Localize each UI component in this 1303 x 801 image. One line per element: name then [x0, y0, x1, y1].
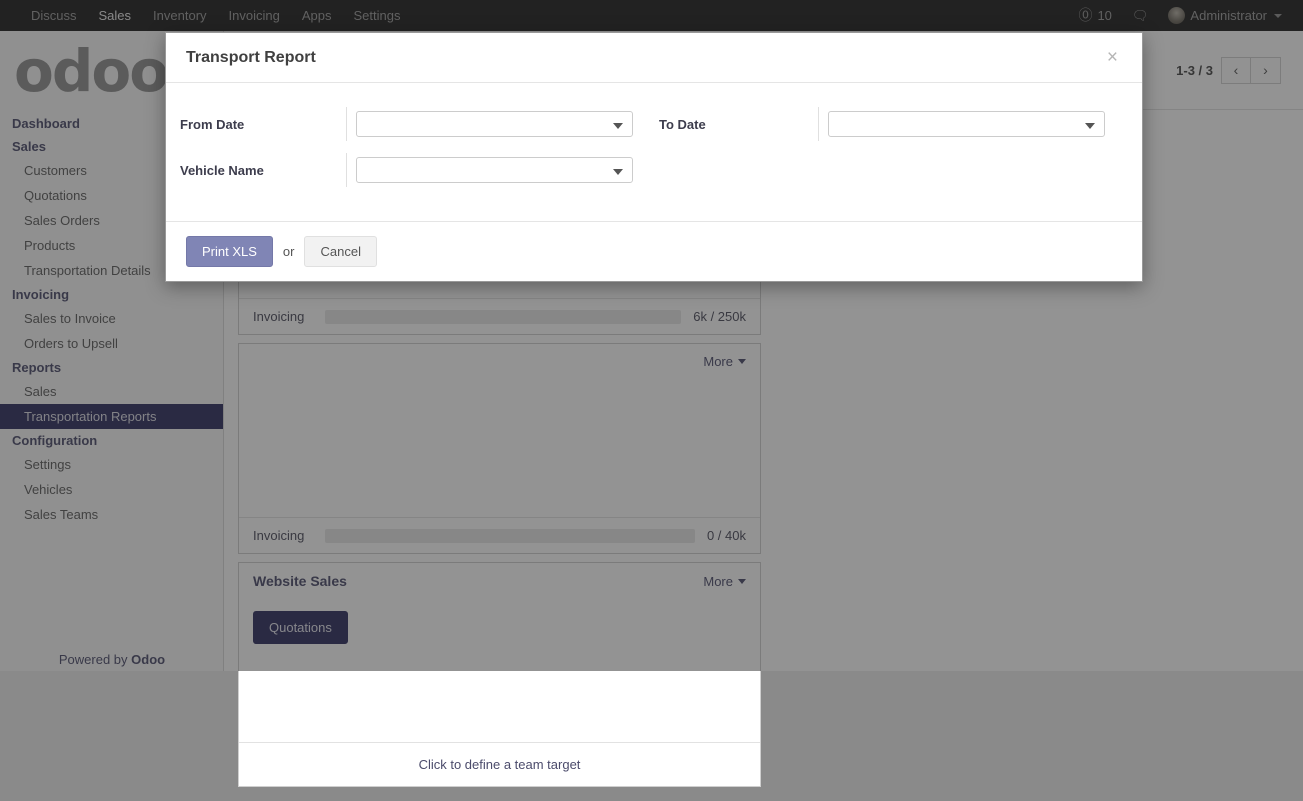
caret-down-icon — [613, 123, 623, 129]
empty-label-cell — [659, 153, 819, 187]
print-xls-button[interactable]: Print XLS — [186, 236, 273, 267]
transport-report-modal: Transport Report × From Date To Date Veh… — [165, 32, 1143, 282]
modal-footer: Print XLS or Cancel — [166, 221, 1142, 281]
from-date-cell — [347, 111, 659, 137]
to-date-cell — [819, 111, 1131, 137]
vehicle-name-input[interactable] — [356, 157, 633, 183]
vehicle-name-label: Vehicle Name — [180, 153, 347, 187]
transport-report-form: From Date To Date Vehicle Name — [166, 107, 1142, 187]
modal-header: Transport Report × — [166, 33, 1142, 83]
from-date-label: From Date — [180, 107, 347, 141]
from-date-input[interactable] — [356, 111, 633, 137]
cancel-button[interactable]: Cancel — [304, 236, 377, 267]
vehicle-name-cell — [347, 157, 659, 183]
team-target-link[interactable]: Click to define a team target — [239, 742, 760, 786]
modal-body: From Date To Date Vehicle Name — [166, 83, 1142, 221]
to-date-input[interactable] — [828, 111, 1105, 137]
to-date-label: To Date — [659, 107, 819, 141]
modal-title: Transport Report — [186, 48, 316, 66]
caret-down-icon — [613, 169, 623, 175]
close-icon[interactable]: × — [1103, 46, 1122, 69]
caret-down-icon — [1085, 123, 1095, 129]
or-label: or — [282, 244, 295, 259]
